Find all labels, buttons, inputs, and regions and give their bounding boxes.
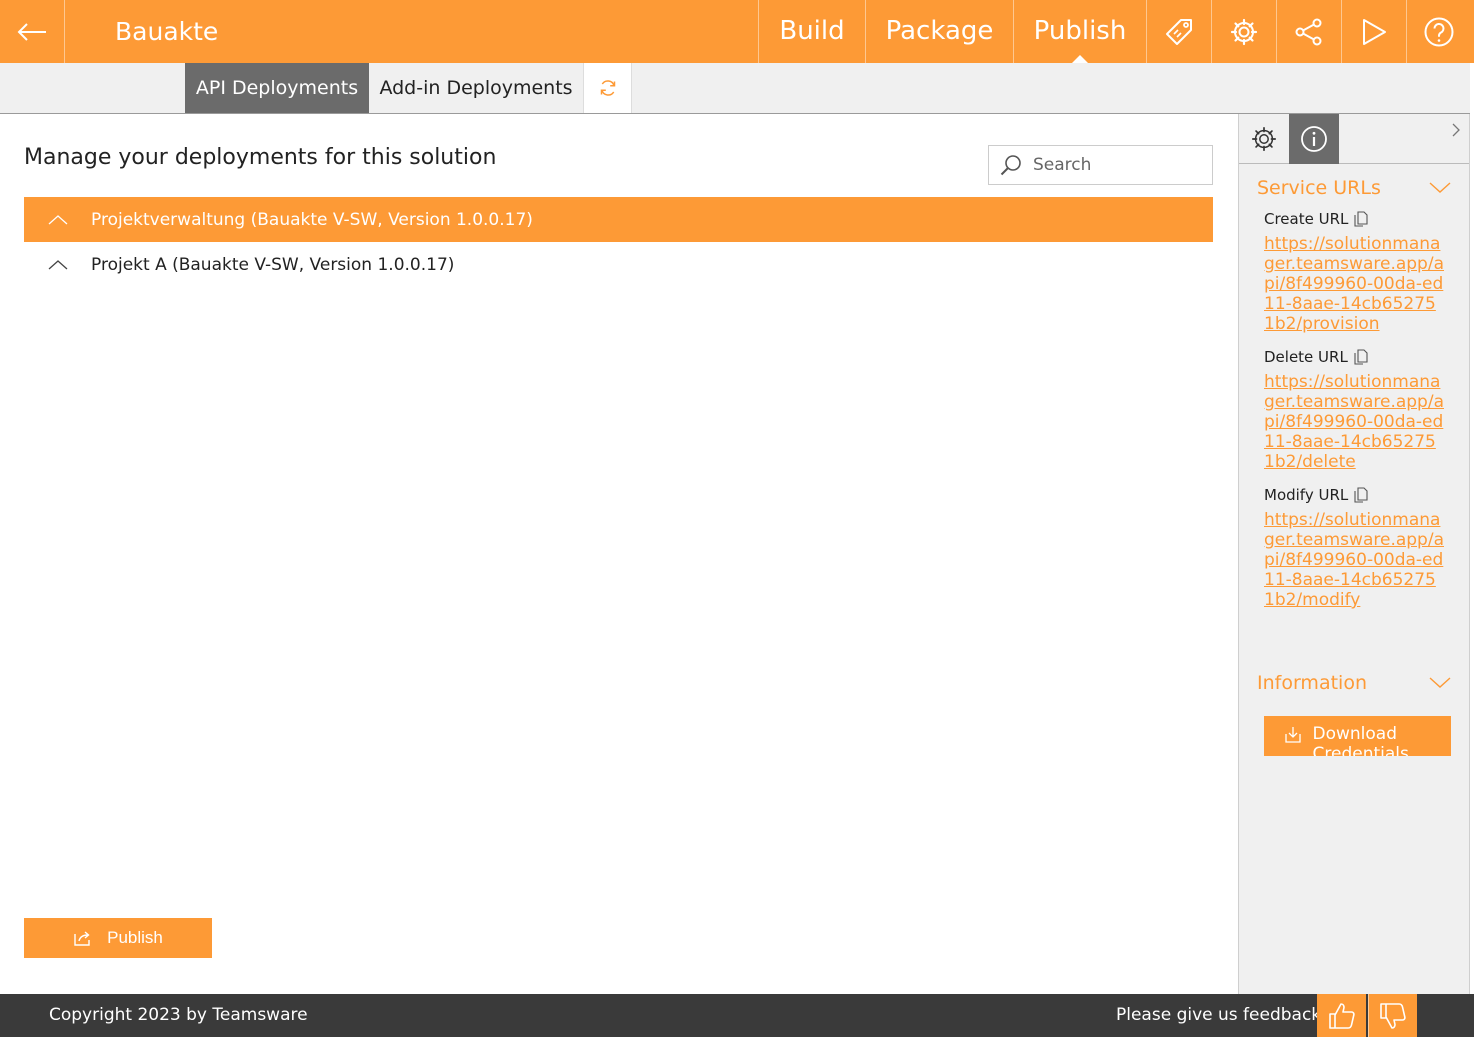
create-url-label: Create URL: [1264, 210, 1349, 228]
main-content: Manage your deployments for this solutio…: [0, 114, 1238, 994]
share-button[interactable]: [1276, 0, 1341, 63]
info-icon: [1301, 126, 1327, 152]
settings-button[interactable]: [1211, 0, 1276, 63]
copyright-text: Copyright 2023 by Teamsware: [49, 1005, 308, 1025]
download-icon: [1284, 727, 1301, 743]
download-credentials-label: Download Credentials: [1312, 724, 1409, 756]
help-icon: [1424, 17, 1454, 46]
deployment-label: Projektverwaltung (Bauakte V-SW, Version…: [91, 209, 533, 230]
right-panel: Service URLs Create URL https://solution…: [1238, 114, 1470, 994]
delete-url-link[interactable]: https://solutionmanager.teamsware.app/ap…: [1264, 372, 1446, 472]
arrow-left-icon: [17, 22, 46, 41]
thumbs-down-button[interactable]: [1368, 994, 1417, 1037]
footer: Copyright 2023 by Teamsware Please give …: [0, 994, 1474, 1037]
copy-icon[interactable]: [1354, 349, 1368, 365]
share-icon: [1295, 18, 1322, 45]
information-title: Information: [1257, 672, 1367, 694]
tag-button[interactable]: [1146, 0, 1211, 63]
tab-build[interactable]: Build: [758, 0, 865, 63]
deployment-row[interactable]: Projekt A (Bauakte V-SW, Version 1.0.0.1…: [24, 242, 1213, 287]
chevron-up-icon[interactable]: [24, 214, 91, 226]
gear-icon: [1251, 126, 1277, 152]
search-icon: [989, 153, 1033, 177]
delete-url-block: Delete URL https://solutionmanager.teams…: [1239, 348, 1469, 472]
deployment-label: Projekt A (Bauakte V-SW, Version 1.0.0.1…: [91, 254, 455, 275]
tab-addin-deployments[interactable]: Add-in Deployments: [369, 63, 583, 113]
chevron-right-icon[interactable]: [1451, 122, 1461, 141]
back-button[interactable]: [0, 0, 65, 63]
publish-label: Publish: [107, 928, 163, 947]
deployment-list: Projektverwaltung (Bauakte V-SW, Version…: [24, 197, 1213, 287]
modify-url-label-row: Modify URL: [1264, 486, 1469, 504]
chevron-down-icon: [1429, 182, 1451, 193]
panel-info-tab[interactable]: [1289, 114, 1339, 164]
help-button[interactable]: [1406, 0, 1471, 63]
publish-button[interactable]: Publish: [24, 918, 212, 958]
refresh-button[interactable]: [583, 63, 632, 113]
publish-icon: [74, 931, 90, 946]
play-button[interactable]: [1341, 0, 1406, 63]
copy-icon[interactable]: [1354, 487, 1368, 503]
modify-url-block: Modify URL https://solutionmanager.teams…: [1239, 486, 1469, 610]
tab-api-deployments[interactable]: API Deployments: [185, 63, 369, 113]
service-urls-header[interactable]: Service URLs: [1239, 166, 1469, 210]
tag-icon: [1166, 18, 1192, 45]
gear-icon: [1230, 18, 1258, 45]
panel-tabs: [1239, 114, 1469, 164]
search-input[interactable]: [1033, 155, 1203, 175]
play-icon: [1363, 18, 1386, 45]
thumbs-down-icon: [1380, 1002, 1406, 1029]
modify-url-link[interactable]: https://solutionmanager.teamsware.app/ap…: [1264, 510, 1446, 610]
create-url-block: Create URL https://solutionmanager.teams…: [1239, 210, 1469, 334]
chevron-up-icon[interactable]: [24, 259, 91, 271]
panel-settings-tab[interactable]: [1239, 114, 1289, 164]
service-urls-title: Service URLs: [1257, 177, 1381, 199]
tab-publish[interactable]: Publish: [1013, 0, 1146, 63]
thumbs-up-button[interactable]: [1317, 994, 1366, 1037]
app-title: Bauakte: [115, 17, 219, 46]
search-box[interactable]: [988, 145, 1213, 185]
feedback-text: Please give us feedback: [1116, 1005, 1322, 1025]
information-header[interactable]: Information: [1239, 661, 1469, 705]
page-heading: Manage your deployments for this solutio…: [24, 145, 497, 170]
create-url-link[interactable]: https://solutionmanager.teamsware.app/ap…: [1264, 234, 1446, 334]
copy-icon[interactable]: [1354, 211, 1368, 227]
tab-package[interactable]: Package: [865, 0, 1013, 63]
thumbs-up-icon: [1328, 1002, 1355, 1029]
delete-url-label-row: Delete URL: [1264, 348, 1469, 366]
top-bar: Bauakte Build Package Publish: [0, 0, 1474, 63]
chevron-down-icon: [1429, 677, 1451, 688]
subtab-bar: API Deployments Add-in Deployments: [0, 63, 1470, 114]
delete-url-label: Delete URL: [1264, 348, 1348, 366]
deployment-row[interactable]: Projektverwaltung (Bauakte V-SW, Version…: [24, 197, 1213, 242]
refresh-icon: [600, 80, 615, 96]
create-url-label-row: Create URL: [1264, 210, 1469, 228]
modify-url-label: Modify URL: [1264, 486, 1349, 504]
download-credentials-button[interactable]: Download Credentials: [1264, 716, 1451, 756]
